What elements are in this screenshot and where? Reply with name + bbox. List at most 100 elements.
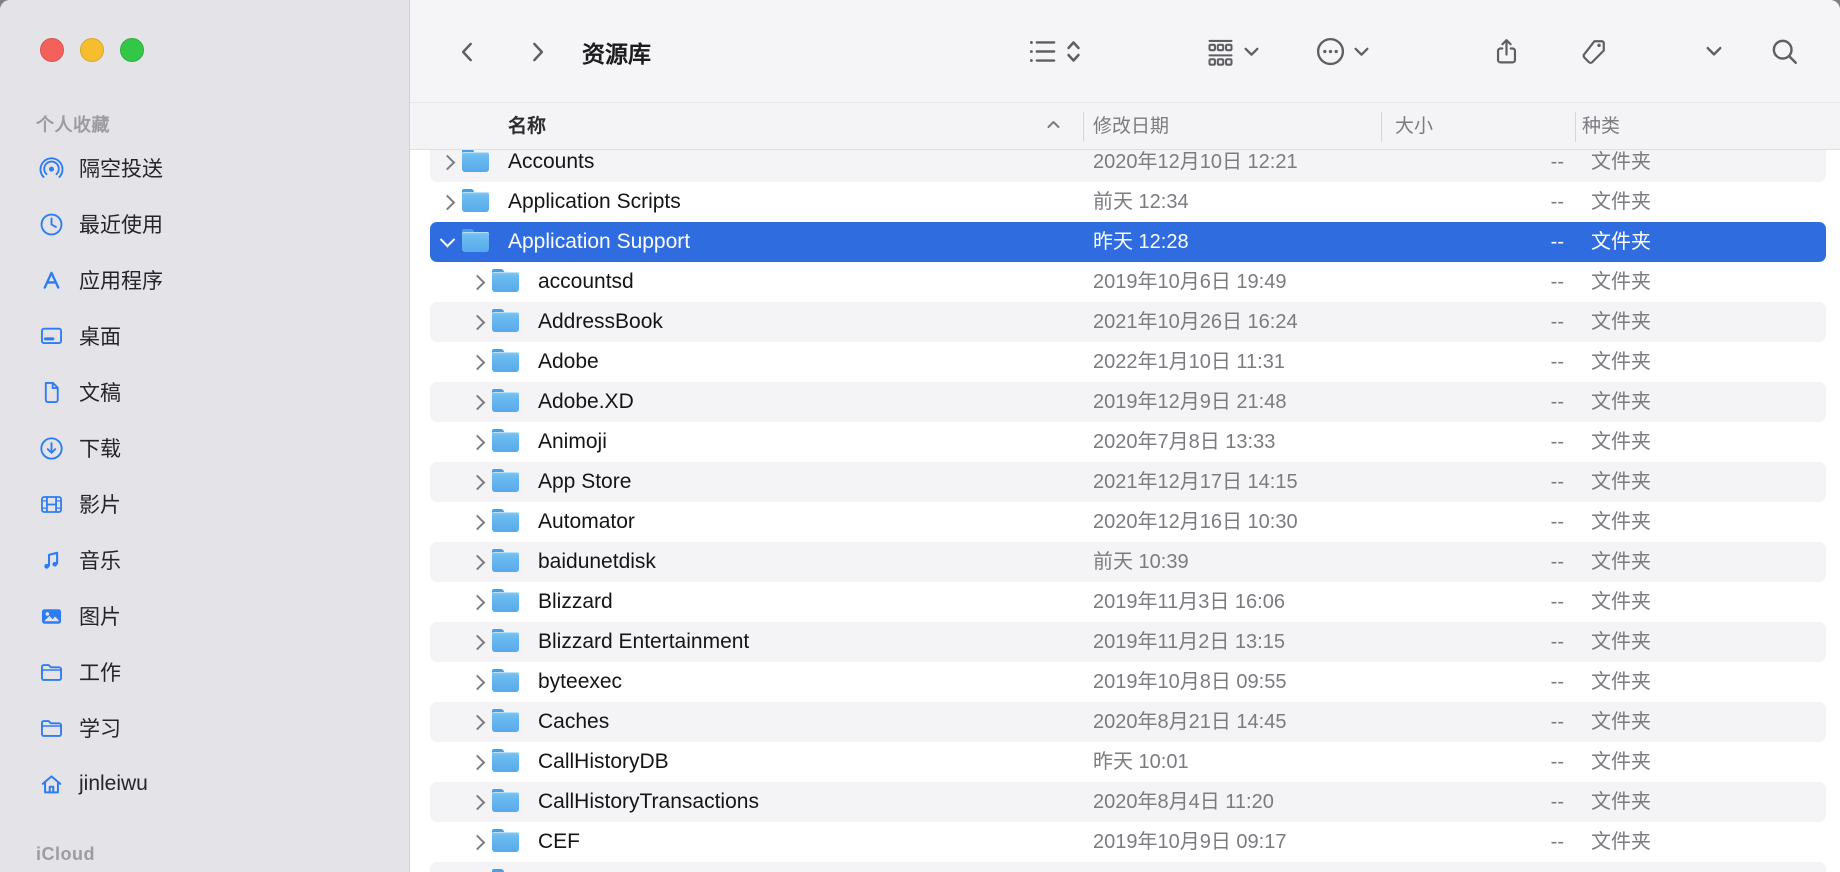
more-actions-button[interactable] <box>1315 0 1369 103</box>
minimize-button[interactable] <box>80 38 104 62</box>
forward-button[interactable] <box>524 0 550 103</box>
sidebar-item-label: 文稿 <box>79 377 121 407</box>
folder-icon <box>492 272 519 292</box>
disclosure-chevron-icon[interactable] <box>441 150 457 182</box>
column-header-name[interactable]: 名称 <box>508 103 546 150</box>
window-controls <box>40 38 144 62</box>
sidebar-item-app-store[interactable]: 应用程序 <box>0 252 410 308</box>
file-size: -- <box>1450 262 1564 302</box>
table-row[interactable]: Accounts 2020年12月10日 12:21 -- 文件夹 <box>410 150 1840 182</box>
sidebar-item-label: 工作 <box>79 657 121 687</box>
table-row[interactable]: AddressBook 2021年10月26日 16:24 -- 文件夹 <box>410 302 1840 342</box>
home-icon <box>38 771 65 798</box>
sidebar-item-folder[interactable]: 学习 <box>0 700 410 756</box>
date-modified: 2019年11月2日 13:15 <box>1093 622 1285 662</box>
view-options-button[interactable] <box>1027 0 1081 103</box>
toolbar-overflow-button[interactable] <box>1706 0 1722 103</box>
file-kind: 文件夹 <box>1591 462 1651 502</box>
table-row[interactable]: Automator 2020年12月16日 10:30 -- 文件夹 <box>410 502 1840 542</box>
table-row[interactable]: Application Scripts 前天 12:34 -- 文件夹 <box>410 182 1840 222</box>
group-button[interactable] <box>1205 0 1259 103</box>
table-row[interactable]: accountsd 2019年10月6日 19:49 -- 文件夹 <box>410 262 1840 302</box>
table-row[interactable] <box>410 862 1840 872</box>
disclosure-chevron-icon[interactable] <box>471 702 487 742</box>
sidebar-item-desktop[interactable]: 桌面 <box>0 308 410 364</box>
sort-chevrons-icon <box>1066 39 1081 64</box>
sidebar-item-folder[interactable]: 工作 <box>0 644 410 700</box>
file-name: CEF <box>538 822 580 862</box>
column-resize-handle[interactable] <box>1381 112 1382 142</box>
sidebar-item-clock[interactable]: 最近使用 <box>0 196 410 252</box>
file-kind: 文件夹 <box>1591 662 1651 702</box>
sidebar-item-airdrop[interactable]: 隔空投送 <box>0 140 410 196</box>
disclosure-chevron-icon[interactable] <box>471 382 487 422</box>
disclosure-chevron-icon[interactable] <box>471 622 487 662</box>
sidebar-section-icloud: iCloud <box>36 844 95 865</box>
table-row[interactable]: Adobe 2022年1月10日 11:31 -- 文件夹 <box>410 342 1840 382</box>
file-name: Blizzard <box>538 582 613 622</box>
search-button[interactable] <box>1770 0 1799 103</box>
file-kind: 文件夹 <box>1591 222 1651 262</box>
disclosure-chevron-icon[interactable] <box>471 782 487 822</box>
disclosure-chevron-icon[interactable] <box>471 662 487 702</box>
column-header-kind[interactable]: 种类 <box>1582 103 1620 150</box>
toolbar: 资源库 <box>410 0 1840 103</box>
share-button[interactable] <box>1492 0 1521 103</box>
file-size: -- <box>1450 222 1564 262</box>
column-resize-handle[interactable] <box>1083 112 1084 142</box>
disclosure-chevron-icon[interactable] <box>441 222 457 262</box>
table-row[interactable]: Application Support 昨天 12:28 -- 文件夹 <box>410 222 1840 262</box>
sidebar-item-label: 桌面 <box>79 321 121 351</box>
disclosure-chevron-icon[interactable] <box>471 462 487 502</box>
folder-icon <box>492 832 519 852</box>
table-row[interactable]: byteexec 2019年10月8日 09:55 -- 文件夹 <box>410 662 1840 702</box>
disclosure-chevron-icon[interactable] <box>471 542 487 582</box>
disclosure-chevron-icon[interactable] <box>471 342 487 382</box>
date-modified: 前天 10:39 <box>1093 542 1189 582</box>
table-row[interactable]: CallHistoryTransactions 2020年8月4日 11:20 … <box>410 782 1840 822</box>
sidebar-item-music[interactable]: 音乐 <box>0 532 410 588</box>
zoom-button[interactable] <box>120 38 144 62</box>
sidebar-item-label: 音乐 <box>79 545 121 575</box>
date-modified: 2019年10月6日 19:49 <box>1093 262 1286 302</box>
chevron-left-icon <box>455 39 481 65</box>
table-row[interactable]: Blizzard Entertainment 2019年11月2日 13:15 … <box>410 622 1840 662</box>
sidebar-item-movies[interactable]: 影片 <box>0 476 410 532</box>
column-resize-handle[interactable] <box>1575 112 1576 142</box>
disclosure-chevron-icon[interactable] <box>441 182 457 222</box>
file-list[interactable]: Accounts 2020年12月10日 12:21 -- 文件夹 Applic… <box>410 150 1840 872</box>
close-button[interactable] <box>40 38 64 62</box>
folder-icon <box>492 512 519 532</box>
table-row[interactable]: CallHistoryDB 昨天 10:01 -- 文件夹 <box>410 742 1840 782</box>
disclosure-chevron-icon[interactable] <box>471 262 487 302</box>
sidebar-item-document[interactable]: 文稿 <box>0 364 410 420</box>
disclosure-chevron-icon[interactable] <box>471 822 487 862</box>
table-row[interactable]: baidunetdisk 前天 10:39 -- 文件夹 <box>410 542 1840 582</box>
file-name: baidunetdisk <box>538 542 656 582</box>
tag-button[interactable] <box>1579 0 1608 103</box>
file-size: -- <box>1450 662 1564 702</box>
table-row[interactable]: Blizzard 2019年11月3日 16:06 -- 文件夹 <box>410 582 1840 622</box>
table-row[interactable]: Animoji 2020年7月8日 13:33 -- 文件夹 <box>410 422 1840 462</box>
file-kind: 文件夹 <box>1591 382 1651 422</box>
disclosure-chevron-icon[interactable] <box>471 302 487 342</box>
sidebar-section-favorites: 个人收藏 <box>36 111 110 137</box>
table-row[interactable]: Caches 2020年8月21日 14:45 -- 文件夹 <box>410 702 1840 742</box>
sidebar-item-download[interactable]: 下载 <box>0 420 410 476</box>
table-row[interactable]: App Store 2021年12月17日 14:15 -- 文件夹 <box>410 462 1840 502</box>
disclosure-chevron-icon[interactable] <box>471 582 487 622</box>
sidebar-item-home[interactable]: jinleiwu <box>0 756 410 812</box>
back-button[interactable] <box>455 0 481 103</box>
folder-icon <box>492 672 519 692</box>
disclosure-chevron-icon[interactable] <box>471 742 487 782</box>
disclosure-chevron-icon[interactable] <box>471 502 487 542</box>
table-row[interactable]: Adobe.XD 2019年12月9日 21:48 -- 文件夹 <box>410 382 1840 422</box>
file-size: -- <box>1450 182 1564 222</box>
date-modified: 2020年8月21日 14:45 <box>1093 702 1286 742</box>
column-header-size[interactable]: 大小 <box>1395 103 1433 150</box>
table-row[interactable]: CEF 2019年10月9日 09:17 -- 文件夹 <box>410 822 1840 862</box>
disclosure-chevron-icon[interactable] <box>471 422 487 462</box>
sidebar-item-pictures[interactable]: 图片 <box>0 588 410 644</box>
file-name: AddressBook <box>538 302 663 342</box>
column-header-date-modified[interactable]: 修改日期 <box>1093 103 1169 150</box>
